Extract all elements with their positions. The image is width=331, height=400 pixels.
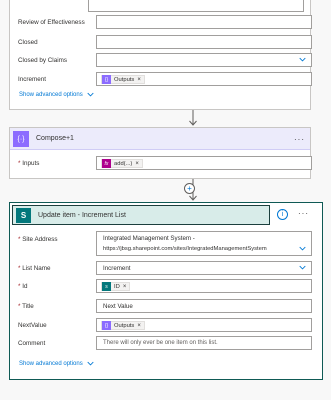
chevron-down-icon — [299, 246, 306, 251]
field-label: * List Name — [18, 265, 51, 272]
token-label: Outputs — [114, 322, 135, 329]
token-label: Outputs — [114, 76, 135, 83]
field-row-id: * Id s ID × — [18, 279, 318, 293]
previous-field-input[interactable] — [88, 0, 304, 12]
list-name-dropdown[interactable]: Increment — [96, 261, 312, 275]
field-row-closed-by-claims: Closed by Claims — [18, 53, 312, 67]
compose-icon: {·} — [13, 131, 29, 147]
remove-token-icon[interactable]: × — [123, 284, 127, 290]
sharepoint-icon: S — [16, 208, 31, 223]
id-token[interactable]: s ID × — [101, 282, 131, 291]
nextvalue-field[interactable]: {} Outputs × — [96, 318, 312, 332]
show-advanced-options-link[interactable]: Show advanced options — [19, 91, 94, 98]
compose-icon: {} — [102, 321, 111, 330]
update-item-title: Update item - Increment List — [38, 212, 126, 219]
field-row-list-name: * List Name Increment — [18, 261, 318, 275]
chevron-down-icon — [87, 92, 94, 97]
site-address-url: https://jbsg.sharepoint.com/sites/Integr… — [103, 246, 267, 252]
title-field[interactable]: Next Value — [96, 299, 312, 313]
title-value: Next Value — [103, 303, 133, 310]
token-label: add(...) — [114, 160, 133, 167]
advanced-link-label: Show advanced options — [19, 91, 83, 98]
info-icon[interactable]: i — [277, 209, 288, 220]
compose-title: Compose+1 — [36, 135, 74, 142]
show-advanced-options-link[interactable]: Show advanced options — [19, 360, 94, 367]
field-label: * Site Address — [18, 236, 58, 243]
remove-token-icon[interactable]: × — [137, 323, 141, 329]
more-options-icon[interactable]: ··· — [294, 135, 305, 144]
list-name-value: Increment — [103, 265, 131, 272]
flow-arrow-icon — [189, 110, 197, 126]
expression-token[interactable]: fx add(...) × — [101, 159, 143, 168]
field-label: * Id — [18, 283, 28, 290]
site-address-dropdown[interactable]: Integrated Management System - https://j… — [96, 231, 312, 256]
expression-icon: fx — [102, 159, 111, 168]
closed-by-claims-dropdown[interactable] — [96, 53, 312, 67]
compose-icon: {} — [102, 75, 111, 84]
increment-input[interactable]: {} Outputs × — [96, 72, 312, 86]
field-label: Closed by Claims — [18, 57, 67, 64]
inputs-field[interactable]: fx add(...) × — [96, 156, 312, 170]
field-row-comment: Comment There will only ever be one item… — [18, 336, 318, 350]
add-step-button[interactable]: + — [184, 183, 195, 194]
comment-field[interactable]: There will only ever be one item on this… — [96, 336, 312, 350]
site-address-value: Integrated Management System - — [103, 235, 195, 242]
review-of-effectiveness-input[interactable] — [96, 15, 312, 29]
comment-value: There will only ever be one item on this… — [103, 340, 218, 346]
field-label: * Inputs — [18, 160, 40, 167]
field-row-nextvalue: NextValue {} Outputs × — [18, 318, 318, 332]
chevron-down-icon — [299, 265, 306, 270]
previous-action-card: Review of Effectiveness Closed Closed by… — [9, 0, 312, 110]
field-row-site-address: * Site Address Integrated Management Sys… — [18, 231, 318, 256]
remove-token-icon[interactable]: × — [137, 77, 141, 83]
field-row-closed: Closed — [18, 35, 312, 49]
field-row-inputs: * Inputs fx add(...) × — [18, 156, 312, 170]
chevron-down-icon — [299, 57, 306, 62]
token-label: ID — [114, 283, 120, 290]
field-label: Closed — [18, 39, 38, 46]
chevron-down-icon — [87, 361, 94, 366]
field-label: Increment — [18, 76, 46, 83]
field-row-review-of-effectiveness: Review of Effectiveness — [18, 15, 312, 29]
field-label: Review of Effectiveness — [18, 19, 85, 26]
remove-token-icon[interactable]: × — [135, 161, 139, 167]
advanced-link-label: Show advanced options — [19, 360, 83, 367]
field-row-increment: Increment {} Outputs × — [18, 72, 312, 86]
update-item-header[interactable]: S Update item - Increment List — [12, 205, 270, 225]
id-field[interactable]: s ID × — [96, 279, 312, 293]
field-label: Comment — [18, 340, 46, 347]
closed-input[interactable] — [96, 35, 312, 49]
compose-header[interactable]: {·} Compose+1 ··· — [10, 128, 310, 150]
sharepoint-icon: s — [102, 282, 111, 291]
outputs-token[interactable]: {} Outputs × — [101, 75, 145, 84]
field-label: NextValue — [18, 322, 47, 329]
field-row-title: * Title Next Value — [18, 299, 318, 313]
update-item-action-card: S Update item - Increment List i ··· * S… — [9, 202, 323, 380]
more-options-icon[interactable]: ··· — [298, 209, 309, 218]
compose-action-card: {·} Compose+1 ··· * Inputs fx add(...) × — [9, 127, 312, 179]
field-label: * Title — [18, 303, 34, 310]
outputs-token[interactable]: {} Outputs × — [101, 321, 145, 330]
